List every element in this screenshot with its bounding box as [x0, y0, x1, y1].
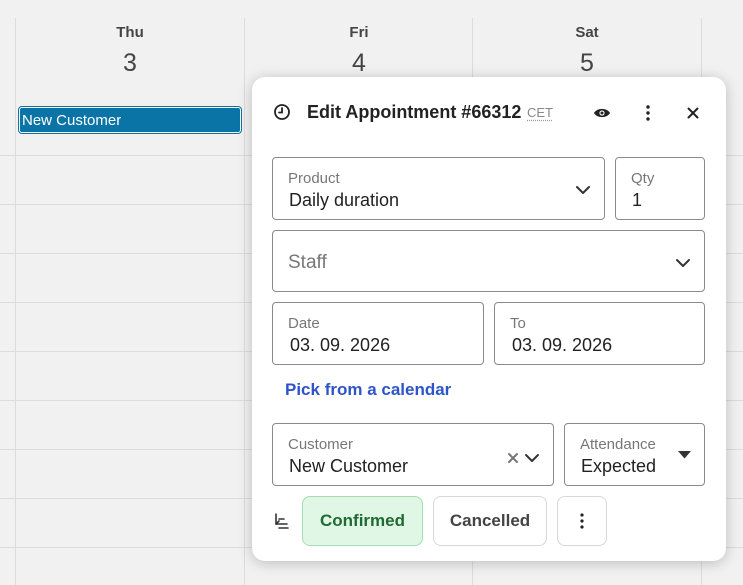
- cancelled-button[interactable]: Cancelled: [433, 496, 547, 546]
- chevron-down-icon[interactable]: [524, 453, 540, 463]
- attendance-label: Attendance: [580, 436, 656, 453]
- clock-icon: [273, 103, 291, 121]
- customer-value: New Customer: [289, 456, 409, 476]
- dialog-header: Edit Appointment #66312 CET: [252, 77, 726, 147]
- date-value: 03. 09. 2026: [290, 335, 391, 355]
- to-label: To: [510, 315, 526, 332]
- more-vertical-icon: [580, 513, 584, 529]
- confirmed-button[interactable]: Confirmed: [302, 496, 423, 546]
- customer-select[interactable]: Customer New Customer: [272, 423, 554, 486]
- staff-select[interactable]: Staff: [272, 230, 705, 292]
- day-number: 5: [580, 49, 594, 77]
- calendar-event[interactable]: New Customer: [19, 107, 241, 133]
- eye-icon[interactable]: [590, 101, 614, 125]
- date-label: Date: [288, 315, 320, 332]
- customer-label: Customer: [288, 436, 354, 453]
- edit-appointment-dialog: Edit Appointment #66312 CET Product Dail…: [252, 77, 726, 561]
- timezone-label[interactable]: CET: [527, 105, 553, 120]
- day-name: Sat: [575, 24, 599, 41]
- product-select[interactable]: Product Daily duration: [272, 157, 605, 220]
- day-name: Fri: [349, 24, 369, 41]
- qty-label: Qty: [631, 170, 655, 187]
- more-options-button[interactable]: [557, 496, 607, 546]
- attendance-select[interactable]: Attendance Expected: [564, 423, 705, 486]
- day-number: 3: [123, 49, 137, 77]
- to-value: 03. 09. 2026: [512, 335, 613, 355]
- chevron-down-icon: [576, 186, 590, 194]
- day-header-thu[interactable]: Thu 3: [16, 24, 244, 78]
- date-field[interactable]: Date 03. 09. 2026: [272, 302, 484, 365]
- notes-icon[interactable]: [273, 512, 291, 530]
- day-name: Thu: [116, 24, 144, 41]
- close-icon[interactable]: [681, 101, 705, 125]
- staff-placeholder: Staff: [288, 252, 327, 273]
- clear-icon[interactable]: [507, 452, 519, 464]
- day-header-sat[interactable]: Sat 5: [473, 24, 701, 78]
- dialog-title: Edit Appointment #66312: [307, 102, 522, 122]
- day-number: 4: [352, 49, 366, 77]
- product-label: Product: [288, 170, 340, 187]
- day-header-fri[interactable]: Fri 4: [245, 24, 473, 78]
- qty-value: 1: [632, 190, 643, 210]
- caret-down-icon: [678, 451, 691, 459]
- attendance-value: Expected: [581, 456, 657, 476]
- qty-field[interactable]: Qty 1: [615, 157, 705, 220]
- chevron-down-icon: [676, 259, 690, 267]
- pick-from-calendar-link[interactable]: Pick from a calendar: [285, 380, 451, 400]
- more-vertical-icon[interactable]: [636, 101, 660, 125]
- to-date-field[interactable]: To 03. 09. 2026: [494, 302, 705, 365]
- product-value: Daily duration: [289, 190, 400, 210]
